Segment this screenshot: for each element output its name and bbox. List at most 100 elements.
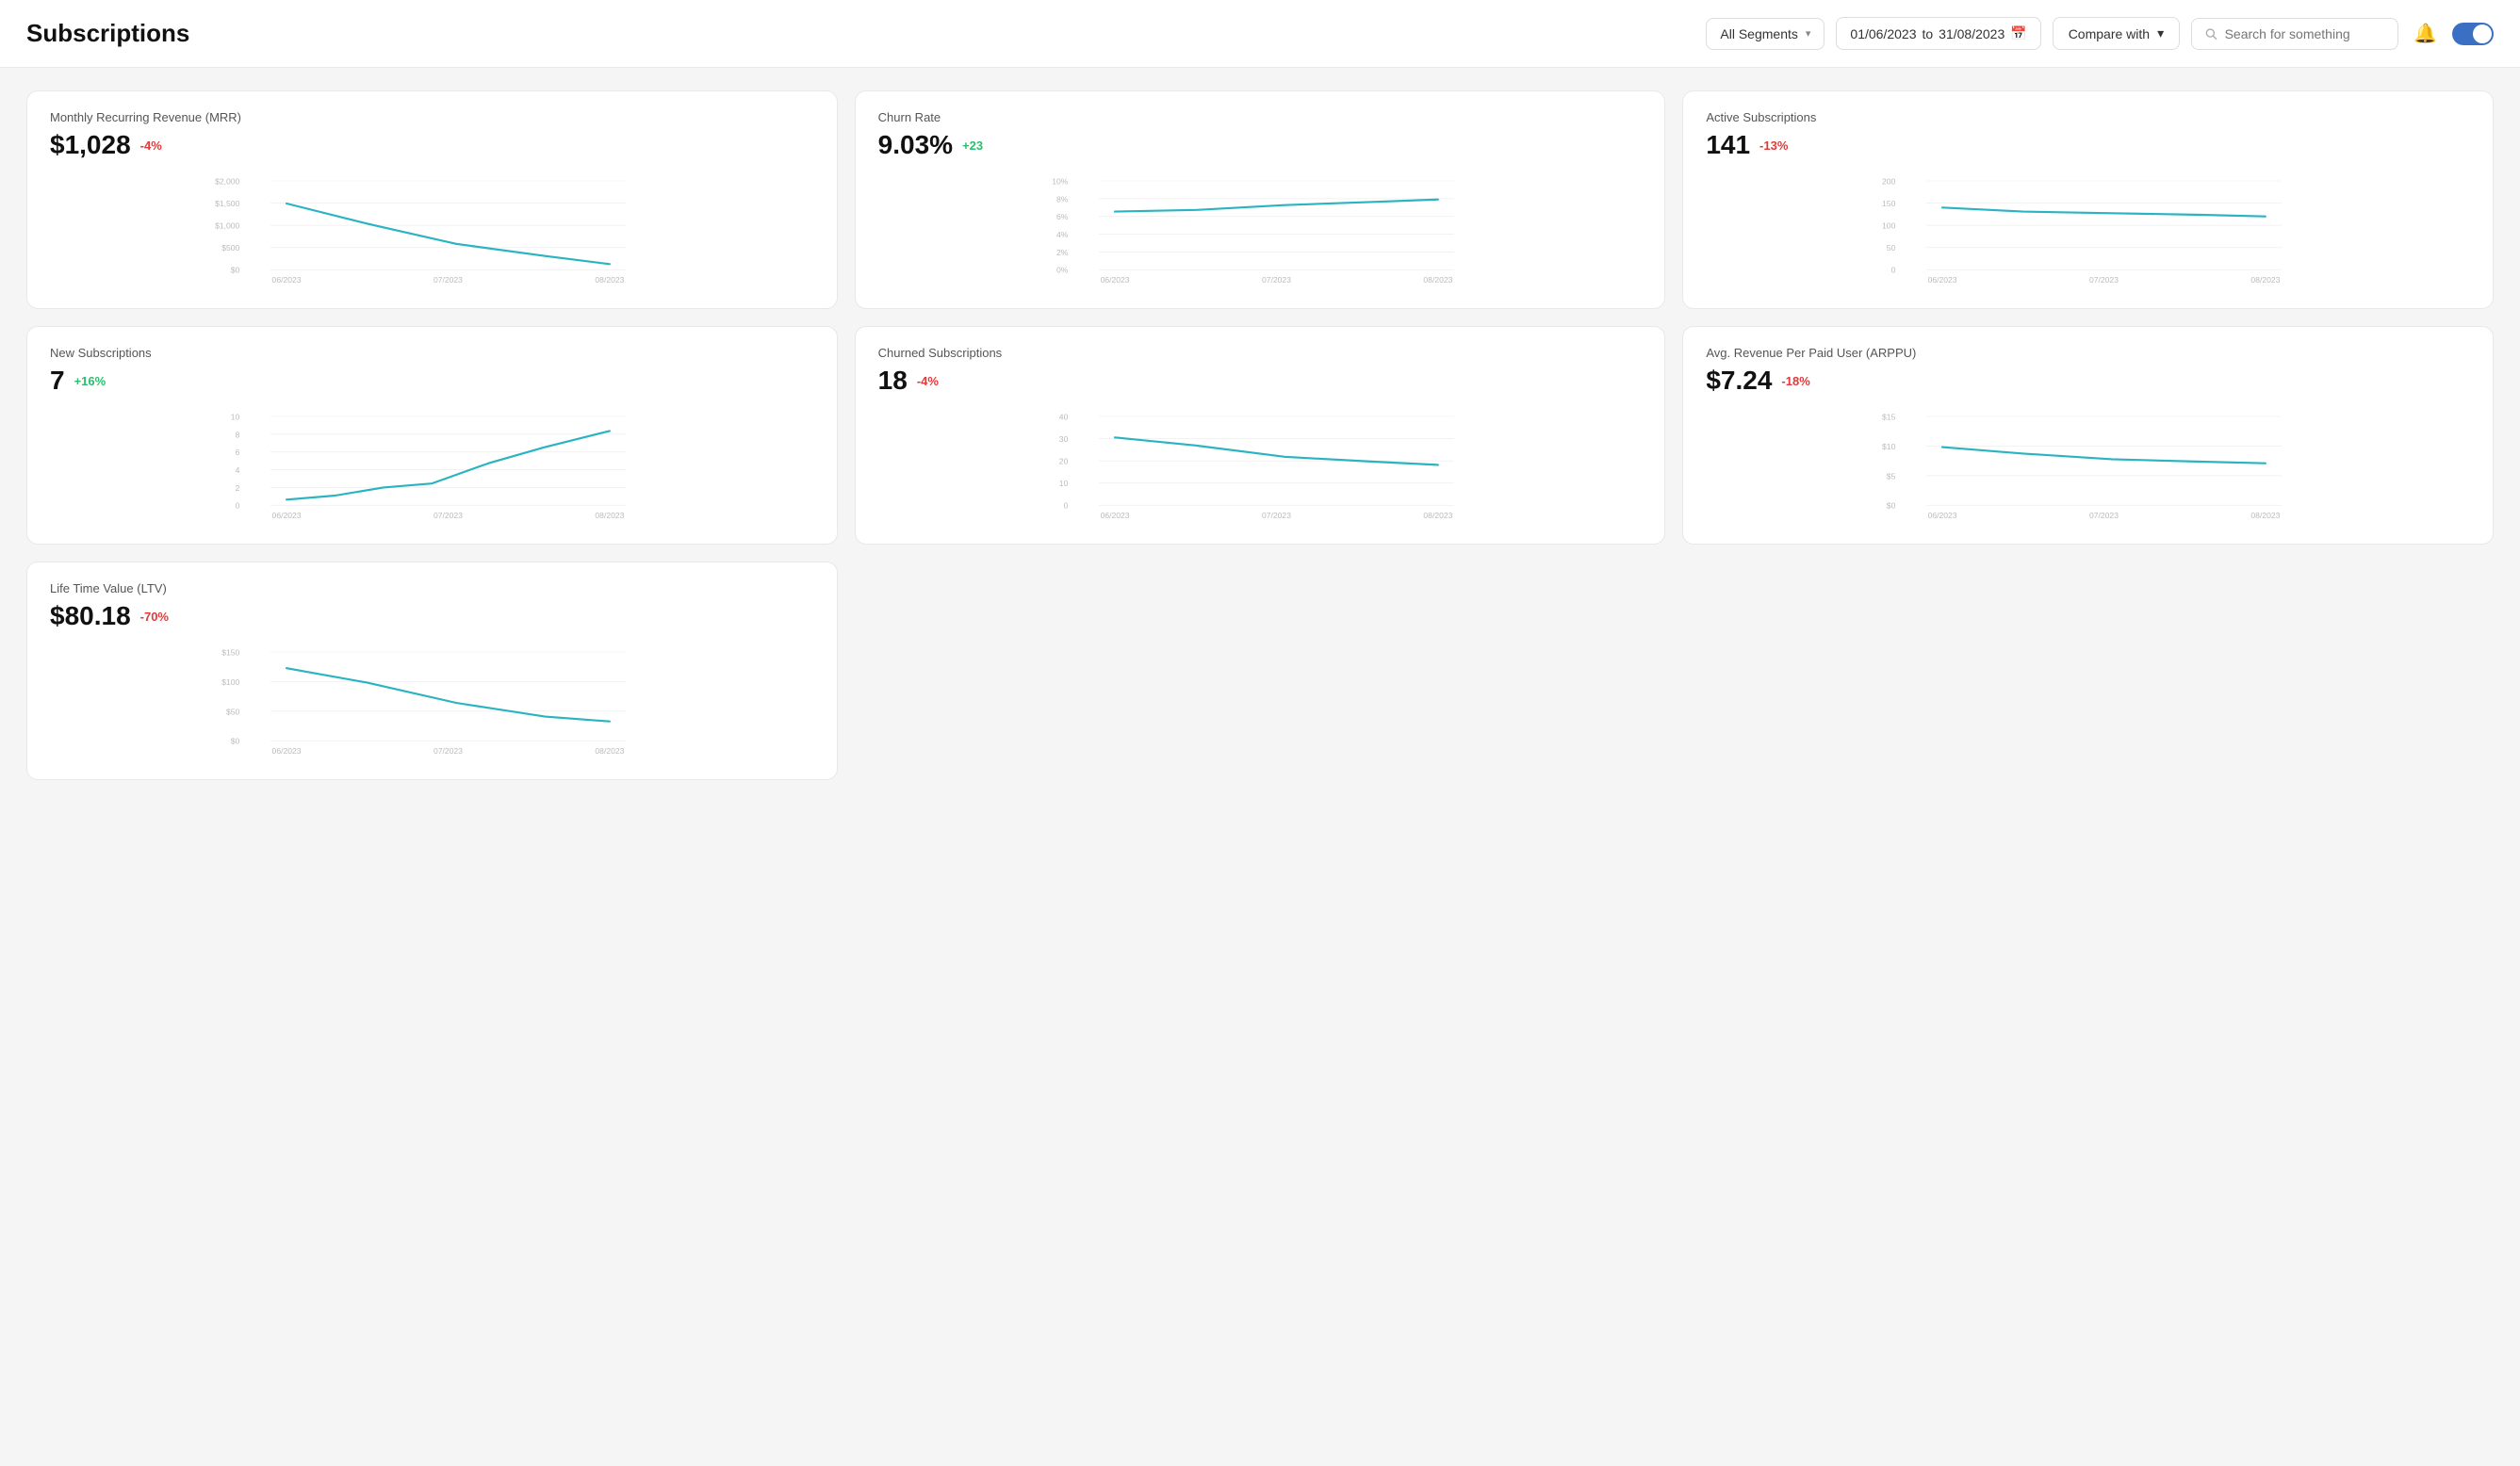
svg-text:08/2023: 08/2023	[2251, 511, 2281, 520]
svg-text:$10: $10	[1882, 442, 1896, 451]
card-value-row: $80.18 -70%	[50, 601, 814, 631]
card-value-row: 9.03% +23	[878, 130, 1643, 160]
svg-text:2%: 2%	[1056, 248, 1069, 257]
svg-text:$150: $150	[221, 647, 239, 657]
segment-label: All Segments	[1720, 26, 1797, 41]
notification-bell-icon[interactable]: 🔔	[2410, 18, 2441, 49]
compare-dropdown[interactable]: Compare with ▾	[2053, 17, 2180, 50]
svg-text:4%: 4%	[1056, 230, 1069, 239]
bottom-grid: Life Time Value (LTV) $80.18 -70% $150 $1…	[26, 562, 2494, 780]
svg-text:$0: $0	[1887, 501, 1896, 511]
svg-text:30: 30	[1058, 434, 1068, 444]
card-badge: -4%	[917, 374, 939, 388]
svg-text:2: 2	[236, 483, 240, 493]
svg-text:07/2023: 07/2023	[1262, 511, 1291, 520]
metric-card-new-subs: New Subscriptions 7 +16% 1086420 06/2023…	[26, 326, 838, 545]
svg-text:10: 10	[231, 412, 240, 421]
chevron-down-icon: ▾	[1806, 27, 1811, 40]
svg-text:06/2023: 06/2023	[272, 511, 302, 520]
chart-svg: 403020100 06/202307/202308/2023	[878, 411, 1643, 524]
svg-text:$1,000: $1,000	[215, 221, 239, 231]
card-badge: +16%	[74, 374, 106, 388]
svg-text:$2,000: $2,000	[215, 176, 239, 186]
date-from: 01/06/2023	[1850, 26, 1916, 41]
svg-text:50: 50	[1887, 243, 1896, 252]
svg-text:0%: 0%	[1056, 266, 1069, 275]
svg-text:6%: 6%	[1056, 212, 1069, 221]
date-to: 31/08/2023	[1939, 26, 2005, 41]
card-value: $1,028	[50, 130, 131, 160]
card-value: 9.03%	[878, 130, 953, 160]
metric-card-ltv: Life Time Value (LTV) $80.18 -70% $150 $1…	[26, 562, 838, 780]
card-value: 7	[50, 366, 65, 396]
svg-text:07/2023: 07/2023	[2089, 511, 2119, 520]
card-badge: -4%	[140, 138, 162, 153]
segment-dropdown[interactable]: All Segments ▾	[1706, 18, 1825, 50]
card-value: $7.24	[1706, 366, 1772, 396]
card-badge: -13%	[1759, 138, 1788, 153]
svg-text:07/2023: 07/2023	[2089, 275, 2119, 285]
svg-text:08/2023: 08/2023	[595, 275, 624, 285]
chart-svg: 10% 8% 6% 4% 2% 0% 06/2023 07/2023 08/2023	[878, 175, 1643, 288]
metric-card-churn: Churn Rate 9.03% +23 10% 8% 6% 4% 2% 0% 06/20…	[855, 90, 1666, 309]
header-controls: All Segments ▾ 01/06/2023 to 31/08/2023 …	[1706, 17, 2494, 50]
svg-text:07/2023: 07/2023	[434, 275, 463, 285]
svg-text:20: 20	[1058, 457, 1068, 466]
card-badge: -18%	[1781, 374, 1809, 388]
search-input[interactable]	[2225, 26, 2385, 41]
svg-text:6: 6	[236, 448, 240, 457]
search-box[interactable]	[2191, 18, 2398, 50]
card-value: 141	[1706, 130, 1750, 160]
card-value-row: $1,028 -4%	[50, 130, 814, 160]
chart-svg: $2,000$1,500$1,000$500$0 06/202307/20230…	[50, 175, 814, 288]
svg-text:07/2023: 07/2023	[434, 746, 463, 756]
calendar-icon: 📅	[2010, 25, 2026, 41]
svg-text:150: 150	[1882, 199, 1896, 208]
metric-card-churned-subs: Churned Subscriptions 18 -4% 403020100 0…	[855, 326, 1666, 545]
card-title: New Subscriptions	[50, 346, 814, 360]
card-title: Active Subscriptions	[1706, 110, 2470, 124]
svg-text:8%: 8%	[1056, 194, 1069, 204]
compare-label: Compare with	[2069, 26, 2150, 41]
svg-text:$5: $5	[1887, 471, 1896, 481]
card-value-row: 18 -4%	[878, 366, 1643, 396]
svg-text:06/2023: 06/2023	[1100, 275, 1129, 285]
svg-text:08/2023: 08/2023	[2251, 275, 2281, 285]
card-title: Churned Subscriptions	[878, 346, 1643, 360]
svg-text:$500: $500	[221, 243, 239, 252]
chart-svg: $150$100$50$0 06/202307/202308/2023	[50, 646, 814, 759]
date-separator: to	[1922, 26, 1933, 41]
metrics-grid: Monthly Recurring Revenue (MRR) $1,028 -…	[26, 90, 2494, 545]
metric-card-arppu: Avg. Revenue Per Paid User (ARPPU) $7.24…	[1682, 326, 2494, 545]
card-value-row: $7.24 -18%	[1706, 366, 2470, 396]
card-value-row: 7 +16%	[50, 366, 814, 396]
svg-text:$15: $15	[1882, 412, 1896, 421]
chart-svg: 1086420 06/202307/202308/2023	[50, 411, 814, 524]
card-title: Life Time Value (LTV)	[50, 581, 814, 595]
metric-card-active-subs: Active Subscriptions 141 -13% 200 150 100 5…	[1682, 90, 2494, 309]
svg-text:06/2023: 06/2023	[1928, 511, 1957, 520]
svg-text:06/2023: 06/2023	[272, 275, 302, 285]
svg-text:$50: $50	[226, 707, 240, 716]
svg-text:07/2023: 07/2023	[434, 511, 463, 520]
card-value: 18	[878, 366, 908, 396]
chart-svg: $15 $10 $5 $0 06/2023 07/2023 08/2023	[1706, 411, 2470, 524]
svg-text:100: 100	[1882, 221, 1896, 231]
date-range-picker[interactable]: 01/06/2023 to 31/08/2023 📅	[1836, 17, 2040, 50]
svg-text:07/2023: 07/2023	[1262, 275, 1291, 285]
card-title: Churn Rate	[878, 110, 1643, 124]
svg-text:08/2023: 08/2023	[1423, 275, 1452, 285]
svg-text:$0: $0	[231, 737, 240, 746]
svg-text:200: 200	[1882, 176, 1896, 186]
svg-text:0: 0	[1891, 266, 1896, 275]
svg-text:06/2023: 06/2023	[1100, 511, 1129, 520]
card-value-row: 141 -13%	[1706, 130, 2470, 160]
card-badge: -70%	[140, 610, 169, 624]
svg-text:$100: $100	[221, 677, 239, 687]
theme-toggle[interactable]	[2452, 23, 2494, 45]
header: Subscriptions All Segments ▾ 01/06/2023 …	[0, 0, 2520, 68]
svg-text:0: 0	[1063, 501, 1068, 511]
card-badge: +23	[962, 138, 983, 153]
svg-text:10%: 10%	[1052, 176, 1069, 186]
svg-text:06/2023: 06/2023	[1928, 275, 1957, 285]
